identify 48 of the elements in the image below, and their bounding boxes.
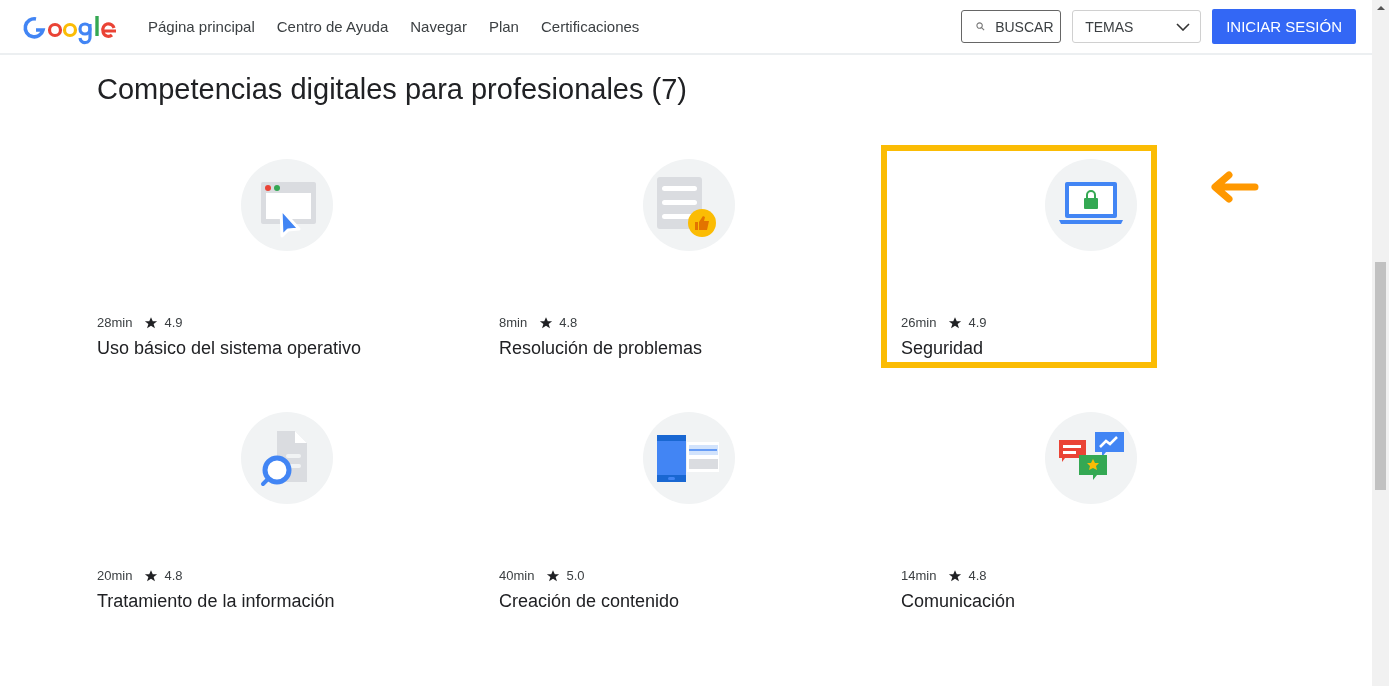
course-card[interactable]: 26min 4.9 Seguridad — [881, 145, 1157, 368]
course-card[interactable]: 40min 5.0 Creación de contenido — [479, 398, 741, 621]
section-title: Competencias digitales para profesionales (7) — [97, 73, 688, 107]
nav-link[interactable]: Página principal — [148, 18, 255, 35]
nav-link[interactable]: Plan — [488, 18, 519, 35]
course-card[interactable]: 8min 4.8 Resolución de problemas — [479, 145, 741, 368]
star-icon — [546, 568, 561, 583]
rating-text: 4.8 — [559, 315, 578, 330]
star-icon — [144, 568, 159, 583]
nav-link[interactable]: Navegar — [410, 18, 467, 35]
search-button[interactable]: BUSCAR — [961, 10, 1062, 43]
course-card[interactable]: 20min 4.8 Tratamiento de la información — [77, 398, 341, 621]
browser-cursor-icon — [241, 159, 333, 251]
star-icon — [144, 315, 159, 330]
rating-text: 4.9 — [968, 315, 987, 330]
rating-text: 4.8 — [968, 568, 987, 583]
rating-text: 5.0 — [566, 568, 585, 583]
nav-link[interactable]: Centro de Ayuda — [276, 18, 389, 35]
course-title[interactable]: Resolución de problemas — [499, 336, 735, 362]
course-card[interactable]: 28min 4.9 Uso básico del sistema operativo — [77, 145, 368, 368]
course-title[interactable]: Uso básico del sistema operativo — [97, 336, 362, 362]
star-icon — [948, 568, 963, 583]
course-title[interactable]: Seguridad — [901, 336, 1137, 362]
nav-link[interactable]: Certificaciones — [540, 18, 640, 35]
chat-bubbles-icon — [1045, 412, 1137, 504]
duration-text: 14min — [901, 568, 937, 583]
duration-text: 28min — [97, 315, 133, 330]
chevron-down-icon — [1176, 22, 1191, 31]
star-icon — [948, 315, 963, 330]
duration-text: 8min — [499, 315, 528, 330]
search-icon — [976, 22, 986, 31]
rating-text: 4.9 — [164, 315, 183, 330]
document-thumbs-up-icon — [643, 159, 735, 251]
star-icon — [539, 315, 554, 330]
course-title[interactable]: Tratamiento de la información — [97, 589, 335, 615]
topics-dropdown[interactable]: TEMAS — [1072, 10, 1202, 43]
duration-text: 20min — [97, 568, 133, 583]
course-title[interactable]: Creación de contenido — [499, 589, 735, 615]
course-title[interactable]: Comunicación — [901, 589, 1137, 615]
rating-text: 4.8 — [164, 568, 183, 583]
phone-content-icon — [643, 412, 735, 504]
sign-in-button[interactable]: INICIAR SESIÓN — [1212, 9, 1356, 44]
course-card[interactable]: 14min 4.8 Comunicación — [881, 398, 1143, 621]
scrollbar-thumb[interactable] — [1375, 262, 1386, 490]
duration-text: 40min — [499, 568, 535, 583]
duration-text: 26min — [901, 315, 937, 330]
document-search-icon — [241, 412, 333, 504]
laptop-lock-icon — [1045, 159, 1137, 251]
